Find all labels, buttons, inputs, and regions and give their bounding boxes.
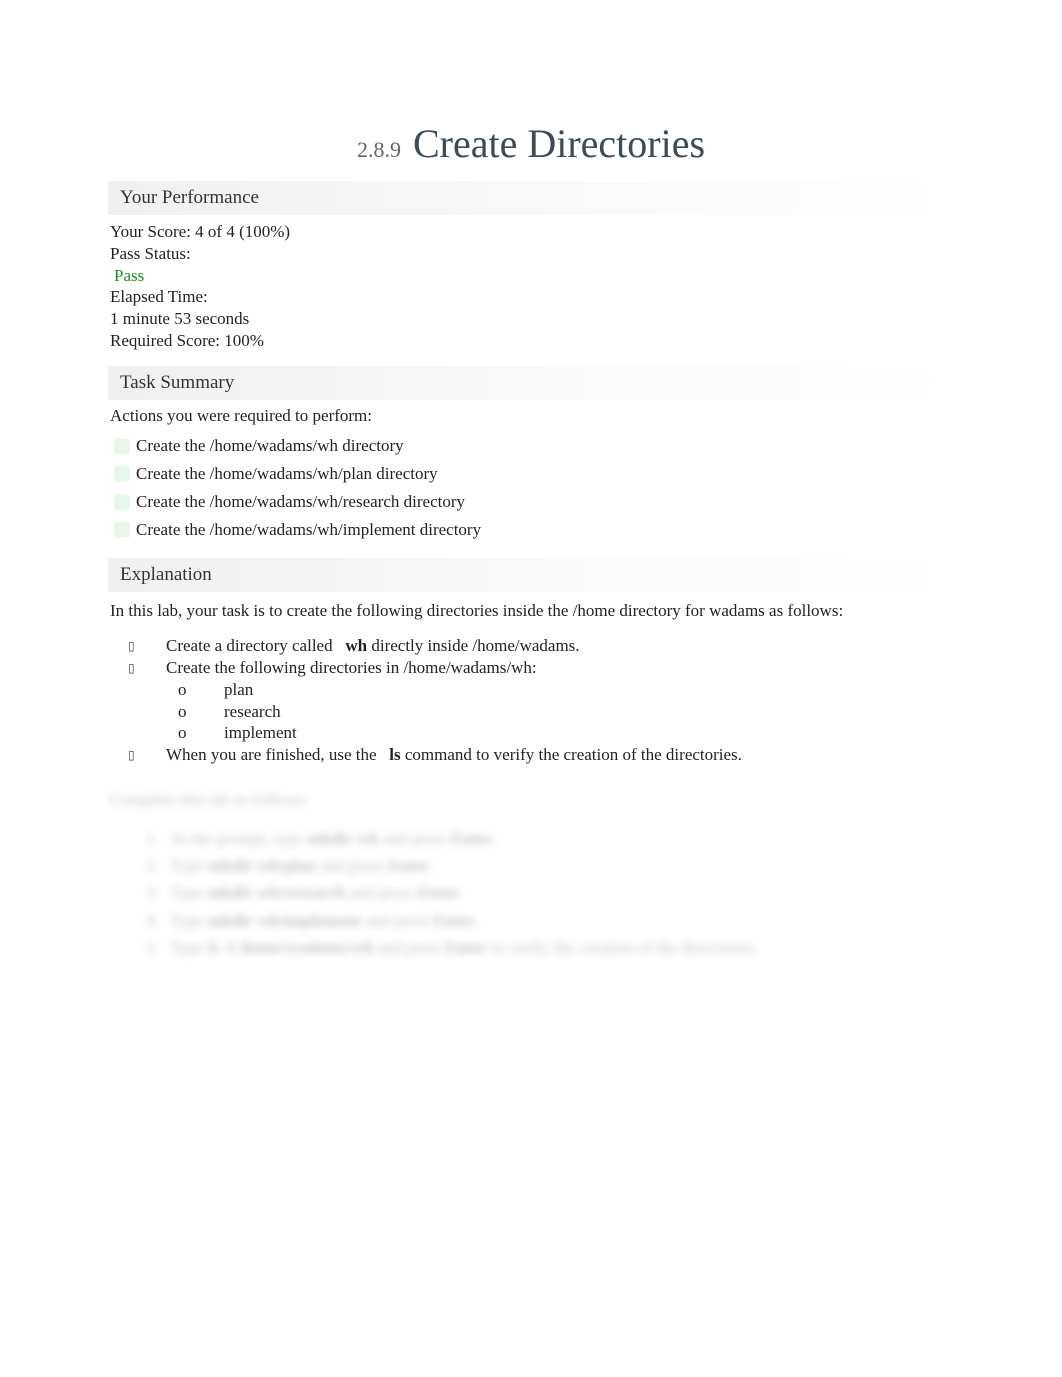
task-item-label: Create the /home/wadams/wh/plan director…	[136, 464, 438, 484]
score-line: Your Score: 4 of 4 (100%)	[110, 221, 952, 243]
bullet-item: ▯ Create the following directories in /h…	[110, 657, 952, 679]
text-bold: ls	[389, 745, 400, 764]
check-icon	[114, 438, 130, 454]
bullet-item: ▯ Create a directory called wh directly …	[110, 635, 952, 657]
performance-body: Your Score: 4 of 4 (100%) Pass Status: P…	[108, 215, 954, 362]
sub-item: o research	[110, 701, 952, 723]
check-icon	[114, 494, 130, 510]
task-item: Create the /home/wadams/wh/plan director…	[108, 460, 954, 488]
required-score: Required Score: 100%	[110, 330, 952, 352]
task-item-label: Create the /home/wadams/wh/research dire…	[136, 492, 465, 512]
bullet-icon: ▯	[128, 639, 136, 654]
explanation-body: In this lab, your task is to create the …	[108, 592, 954, 971]
sub-text: research	[224, 701, 281, 723]
task-summary-header: Task Summary	[108, 366, 954, 400]
explanation-intro: In this lab, your task is to create the …	[110, 600, 952, 622]
hidden-solution-block: Complete this lab as follows: 1. At the …	[110, 786, 952, 961]
performance-header: Your Performance	[108, 181, 954, 215]
bullet-item: ▯ When you are finished, use the ls comm…	[110, 744, 952, 766]
sub-item: o plan	[110, 679, 952, 701]
sub-marker: o	[178, 701, 188, 723]
sub-marker: o	[178, 679, 188, 701]
sub-item: o implement	[110, 722, 952, 744]
elapsed-label: Elapsed Time:	[110, 286, 952, 308]
task-item-label: Create the /home/wadams/wh directory	[136, 436, 404, 456]
page-title-row: 2.8.9 Create Directories	[108, 120, 954, 167]
task-summary-intro: Actions you were required to perform:	[108, 400, 954, 432]
check-icon	[114, 522, 130, 538]
pass-status-value: Pass	[110, 265, 952, 287]
sub-text: implement	[224, 722, 297, 744]
pass-status-label: Pass Status:	[110, 243, 952, 265]
bullet-icon: ▯	[128, 748, 136, 763]
task-item: Create the /home/wadams/wh directory	[108, 432, 954, 460]
text-part: directly inside /home/wadams.	[367, 636, 579, 655]
sub-marker: o	[178, 722, 188, 744]
bullet-text: Create the following directories in /hom…	[166, 657, 952, 679]
bullet-text: Create a directory called wh directly in…	[166, 635, 952, 657]
task-item: Create the /home/wadams/wh/implement dir…	[108, 516, 954, 544]
title-text: Create Directories	[413, 120, 705, 167]
elapsed-value: 1 minute 53 seconds	[110, 308, 952, 330]
check-icon	[114, 466, 130, 482]
title-number: 2.8.9	[357, 137, 401, 163]
bullet-icon: ▯	[128, 661, 136, 676]
task-item-label: Create the /home/wadams/wh/implement dir…	[136, 520, 481, 540]
text-part: When you are finished, use the	[166, 745, 381, 764]
explanation-header: Explanation	[108, 558, 954, 592]
explanation-bullets: ▯ Create a directory called wh directly …	[110, 621, 952, 766]
text-part: command to verify the creation of the di…	[401, 745, 742, 764]
task-item: Create the /home/wadams/wh/research dire…	[108, 488, 954, 516]
blur-overlay	[104, 780, 958, 967]
text-part: Create a directory called	[166, 636, 337, 655]
text-bold: wh	[345, 636, 367, 655]
task-list: Create the /home/wadams/wh directory Cre…	[108, 432, 954, 554]
sub-text: plan	[224, 679, 253, 701]
bullet-text: When you are finished, use the ls comman…	[166, 744, 952, 766]
